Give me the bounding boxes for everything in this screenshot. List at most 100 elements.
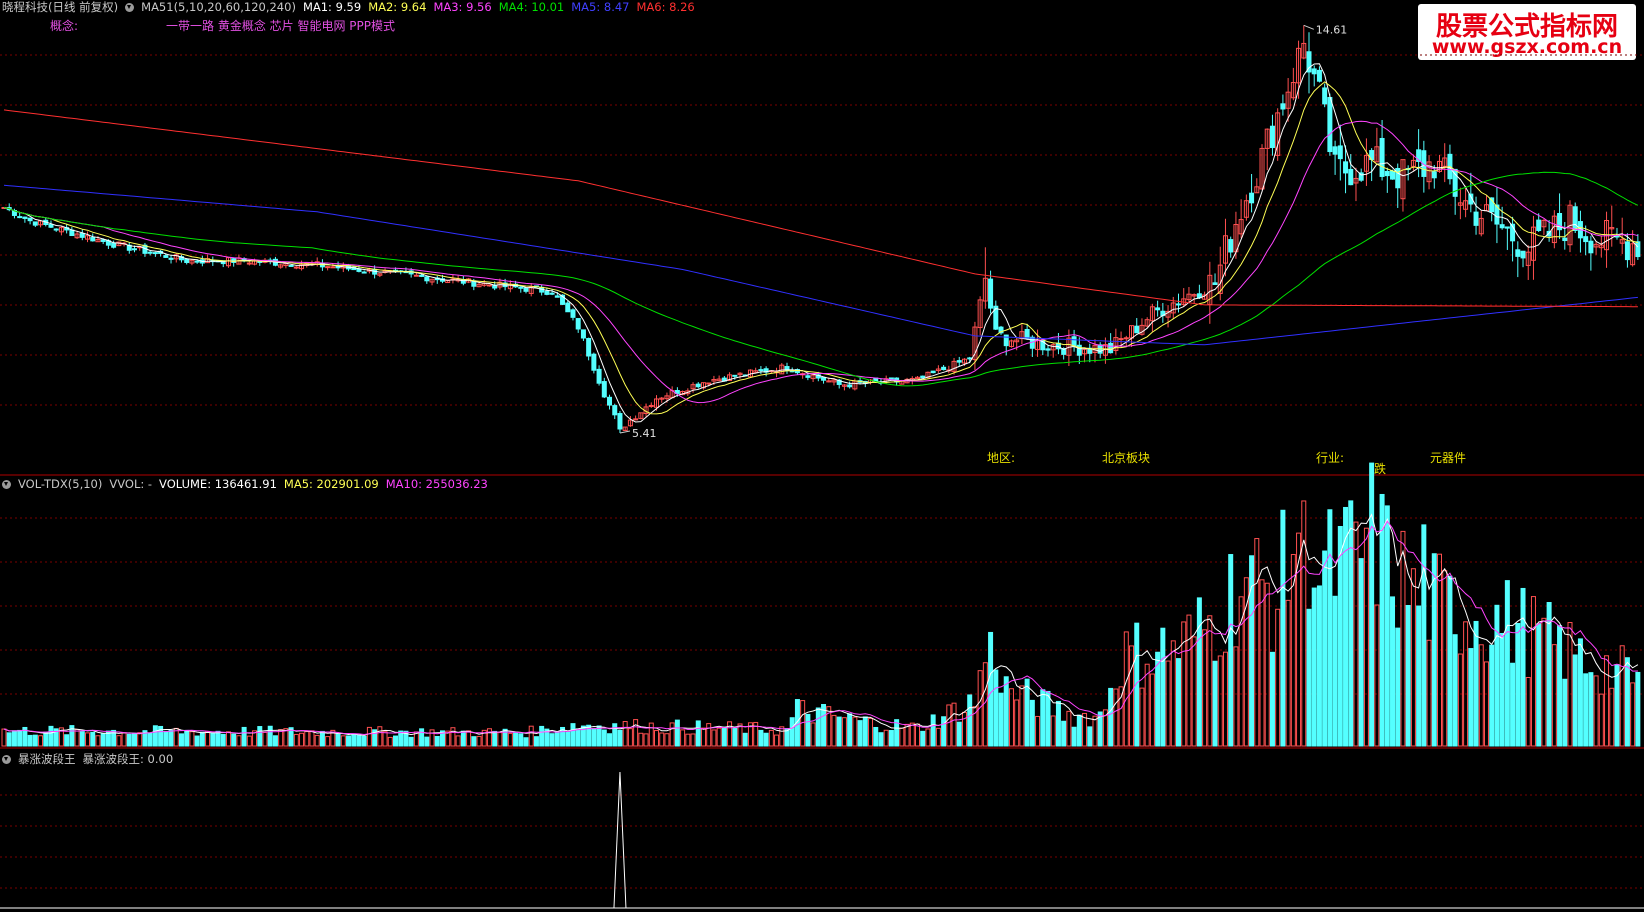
candle-body xyxy=(847,384,853,388)
volume-bar xyxy=(1588,672,1594,747)
volume-bar xyxy=(1207,615,1213,747)
candle-body xyxy=(1311,68,1317,75)
volume-bar xyxy=(1572,654,1578,747)
volume-bar xyxy=(1390,596,1396,747)
volume-bar xyxy=(147,732,153,747)
volume-bar xyxy=(883,729,889,747)
volume-bar xyxy=(523,737,529,747)
volume-bar xyxy=(1400,530,1406,747)
volume-bar xyxy=(424,736,430,747)
ma2-line xyxy=(3,81,1639,415)
volume-bar xyxy=(246,735,252,747)
volume-bar xyxy=(554,731,560,747)
volume-bar xyxy=(565,731,571,747)
volume-bar xyxy=(1504,580,1510,747)
volume-bar xyxy=(1499,633,1505,747)
candle-body xyxy=(1562,237,1568,242)
candle-body xyxy=(1212,282,1218,285)
volume-bar xyxy=(732,727,738,747)
volume-bar xyxy=(1160,627,1166,747)
candle-body xyxy=(554,295,560,298)
volume-bar xyxy=(319,730,325,747)
volume-bar xyxy=(1129,645,1135,747)
volume-bar xyxy=(1363,527,1369,747)
volume-bar xyxy=(314,734,320,747)
volume-bar xyxy=(267,725,273,747)
candle-body xyxy=(575,318,581,330)
candle-body xyxy=(941,366,947,371)
volume-bar xyxy=(471,736,477,747)
candle-body xyxy=(1123,337,1129,340)
candle-body xyxy=(888,377,894,380)
volume-bar xyxy=(920,730,926,747)
volume-bar xyxy=(664,733,670,747)
candle-body xyxy=(523,287,529,292)
volume-bar xyxy=(11,730,17,747)
volume-bar xyxy=(1269,651,1275,747)
volume-bar xyxy=(38,735,44,747)
volume-bar xyxy=(152,725,158,747)
volume-bar xyxy=(1348,500,1354,747)
volume-bar xyxy=(915,723,920,747)
candle-body xyxy=(152,252,158,255)
volume-bar xyxy=(189,731,195,747)
volume-bar xyxy=(90,731,96,747)
volume-bar xyxy=(711,729,717,747)
candle-body xyxy=(1588,240,1594,254)
volume-bar xyxy=(612,723,618,747)
candle-body xyxy=(1108,342,1114,354)
volume-bar xyxy=(163,730,169,747)
volume-bar xyxy=(1040,689,1046,747)
volume-bar xyxy=(1144,663,1150,747)
volume-bar xyxy=(74,729,80,747)
volume-bar xyxy=(1337,526,1343,747)
candle-body xyxy=(32,221,38,226)
volume-bar xyxy=(899,727,905,747)
volume-bar xyxy=(805,713,811,747)
candle-body xyxy=(90,237,96,242)
volume-bar xyxy=(1,728,7,747)
volume-bar xyxy=(1113,688,1119,747)
stock-chart[interactable]: 14.61 5.41 xyxy=(0,0,1644,912)
volume-bar xyxy=(231,733,237,747)
volume-bar xyxy=(810,722,816,747)
volume-bar xyxy=(1609,687,1615,747)
candle-body xyxy=(601,381,607,398)
candle-body xyxy=(1327,96,1333,153)
candle-body xyxy=(1536,219,1542,232)
volume-bar xyxy=(779,726,785,747)
candle-body xyxy=(1176,303,1181,306)
volume-bar xyxy=(1598,693,1604,747)
volume-bar xyxy=(1285,599,1291,747)
volume-bar xyxy=(946,704,952,747)
volume-bar xyxy=(356,734,362,747)
volume-bar xyxy=(1045,690,1051,747)
volume-bar xyxy=(669,722,675,747)
volume-bar xyxy=(1489,644,1495,747)
volume-bar xyxy=(121,732,127,747)
candle-body xyxy=(100,239,106,242)
candle-body xyxy=(79,232,85,238)
candle-body xyxy=(1024,329,1030,339)
candle-body xyxy=(1343,161,1349,174)
volume-bar xyxy=(1029,699,1035,747)
volume-bar xyxy=(1447,575,1453,747)
candle-body xyxy=(1473,211,1479,226)
volume-bar xyxy=(1520,587,1526,747)
volume-bar xyxy=(1525,676,1531,747)
volume-bar xyxy=(1165,660,1171,747)
volume-bar xyxy=(299,732,305,747)
volume-bar xyxy=(236,735,242,747)
candle-body xyxy=(549,292,555,295)
volume-bar xyxy=(1249,555,1255,747)
volume-bar xyxy=(241,726,247,747)
volume-bar xyxy=(366,726,372,747)
candle-body xyxy=(648,404,654,407)
volume-bar xyxy=(387,736,393,747)
price-pointer xyxy=(1303,24,1314,30)
volume-bar xyxy=(434,735,440,747)
volume-bar xyxy=(1076,714,1082,747)
volume-bar xyxy=(220,733,226,747)
candle-body xyxy=(246,262,252,265)
volume-bar xyxy=(1614,664,1620,747)
